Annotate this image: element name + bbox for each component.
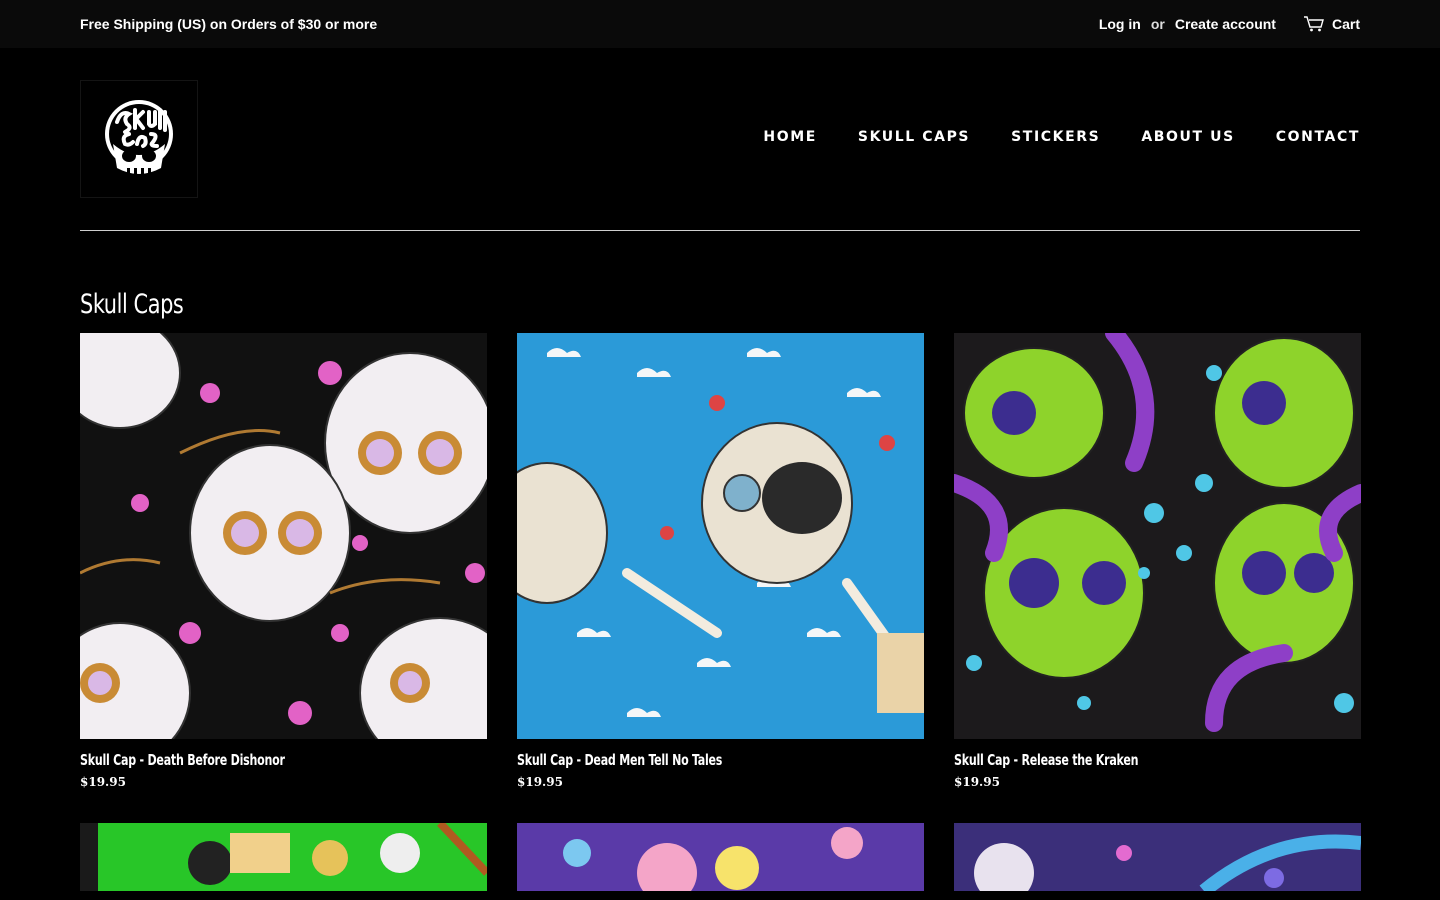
cart-link[interactable]: Cart — [1303, 16, 1360, 32]
product-grid: Skull Cap - Death Before Dishonor $19.95 — [80, 333, 1361, 891]
header-divider — [80, 230, 1360, 231]
product-price: $19.95 — [517, 775, 563, 789]
product-title[interactable]: Skull Cap - Dead Men Tell No Tales — [517, 751, 851, 769]
nav-skull-caps[interactable]: SKULL CAPS — [858, 129, 970, 145]
product-image-dead-men-tell-no-tales[interactable] — [517, 333, 924, 739]
product-image-release-the-kraken[interactable] — [954, 333, 1361, 739]
site-logo[interactable] — [80, 80, 198, 198]
skull-logo-icon — [105, 100, 173, 176]
product-card: Skull Cap - Dead Men Tell No Tales $19.9… — [517, 333, 924, 789]
login-link[interactable]: Log in — [1099, 16, 1141, 32]
shipping-announcement: Free Shipping (US) on Orders of $30 or m… — [80, 16, 378, 32]
nav-contact[interactable]: CONTACT — [1276, 129, 1360, 145]
product-card — [517, 823, 924, 891]
product-card — [954, 823, 1361, 891]
product-card: Skull Cap - Death Before Dishonor $19.95 — [80, 333, 487, 789]
product-price: $19.95 — [954, 775, 1000, 789]
product-image-row2-2[interactable] — [517, 823, 924, 891]
product-image-row2-3[interactable] — [954, 823, 1361, 891]
announcement-bar: Free Shipping (US) on Orders of $30 or m… — [0, 0, 1440, 48]
site-header: HOME SKULL CAPS STICKERS ABOUT US CONTAC… — [0, 48, 1440, 230]
cart-label: Cart — [1331, 16, 1360, 32]
account-links: Log in or Create account Cart — [1099, 16, 1360, 32]
or-text: or — [1150, 16, 1165, 32]
product-price: $19.95 — [80, 775, 126, 789]
nav-stickers[interactable]: STICKERS — [1011, 129, 1100, 145]
product-card — [80, 823, 487, 891]
page-title: Skull Caps — [80, 289, 184, 320]
product-card: Skull Cap - Release the Kraken $19.95 — [954, 333, 1361, 789]
product-title[interactable]: Skull Cap - Death Before Dishonor — [80, 751, 414, 769]
product-image-death-before-dishonor[interactable] — [80, 333, 487, 739]
product-image-row2-1[interactable] — [80, 823, 487, 891]
create-account-link[interactable]: Create account — [1175, 16, 1276, 32]
cart-icon — [1303, 16, 1324, 32]
product-title[interactable]: Skull Cap - Release the Kraken — [954, 751, 1288, 769]
main-nav: HOME SKULL CAPS STICKERS ABOUT US CONTAC… — [763, 129, 1360, 145]
nav-home[interactable]: HOME — [763, 129, 817, 145]
nav-about-us[interactable]: ABOUT US — [1141, 129, 1234, 145]
